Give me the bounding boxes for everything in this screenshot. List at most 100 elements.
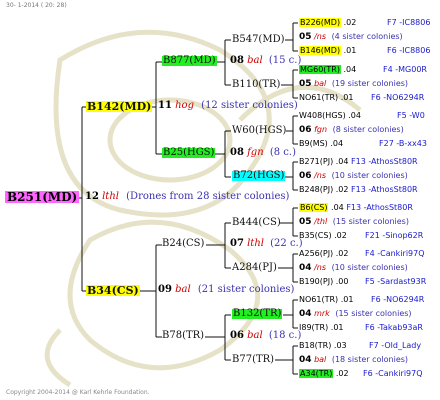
pedigree-view: 30- 1-2014 ( 20: 28) B251(MD) 12 lthl (D…	[0, 0, 440, 400]
parent-queen-lower[interactable]: B34(CS)	[86, 285, 140, 296]
gen4-row: B248(PJ) .02 F13 -AthosSt80R	[299, 186, 418, 194]
gen4-queen[interactable]: A34(TR)	[299, 369, 334, 378]
gen3-queen-c2[interactable]: A284(PJ)	[232, 263, 277, 273]
grandparent-c-sisters: (22 c.)	[270, 238, 303, 249]
gen4-generation: 04	[299, 263, 312, 273]
gen4-queen[interactable]: B6(CS)	[299, 203, 329, 212]
parent-upper-code: hog	[175, 100, 194, 111]
gen4-queen[interactable]: B271(PJ)	[299, 157, 333, 166]
root-info: 12 lthl (Drones from 28 sister colonies)	[85, 192, 289, 202]
root-queen[interactable]: B251(MD)	[5, 191, 80, 203]
gen4-row: I89(TR) .01 F6 -Takab93aR	[299, 323, 423, 332]
grandparent-queen-c[interactable]: B24(CS)	[162, 239, 204, 249]
grandparent-d-info: 06 bal (18 c.)	[230, 331, 301, 341]
grandparent-b-code: fgn	[247, 147, 264, 158]
parent-upper-sisters: (12 sister colonies)	[201, 100, 298, 111]
gen4-queen[interactable]: B190(PJ)	[299, 277, 333, 286]
gen3-queen-b1[interactable]: W60(HGS)	[232, 126, 286, 136]
grandparent-c-generation: 07	[230, 238, 244, 249]
gen4-code: /ns	[314, 32, 327, 41]
gen4-queen[interactable]: I89(TR)	[299, 323, 328, 332]
gen4-row: MG60(TR) .04 F4 -MG00R	[299, 65, 427, 74]
grandparent-a-code: bal	[247, 55, 263, 66]
parent-queen-upper[interactable]: B142(MD)	[86, 101, 153, 112]
gen4-sister-row: 04 /ns (10 sister colonies)	[299, 264, 408, 273]
grandparent-d-generation: 06	[230, 330, 244, 341]
gen4-ref: F21 -Sinop62R	[365, 231, 424, 240]
gen4-generation: 06	[299, 125, 312, 135]
grandparent-d-sisters: (18 c.)	[268, 330, 302, 341]
gen4-sister-row: 05 bal (19 sister colonies)	[299, 80, 408, 89]
gen4-year: .00	[335, 277, 349, 286]
gen4-row: NO61(TR) .01 F6 -NO6294R	[299, 93, 424, 102]
gen3-queen-d2[interactable]: B77(TR)	[232, 355, 274, 365]
gen4-queen[interactable]: B226(MD)	[299, 18, 342, 27]
gen4-queen[interactable]: B9(MS)	[299, 139, 328, 148]
root-code: lthl	[102, 191, 119, 202]
gen4-ref: F5 -W0	[397, 111, 425, 120]
parent-upper-generation: 11	[158, 100, 172, 111]
gen4-row: W408(HGS) .04 F5 -W0	[299, 111, 425, 120]
gen4-row: B226(MD) .02 F7 -IC8806	[299, 18, 430, 27]
gen4-code: bal	[314, 355, 327, 364]
gen4-sisters: (8 sister colonies)	[332, 125, 404, 134]
gen4-year: .04	[348, 111, 361, 120]
gen4-year: .03	[333, 341, 347, 350]
gen4-queen[interactable]: B35(CS)	[299, 231, 332, 240]
gen4-queen[interactable]: NO61(TR)	[299, 93, 338, 102]
gen4-generation: 06	[299, 171, 312, 181]
grandparent-c-info: 07 lthl (22 c.)	[230, 239, 303, 249]
gen4-sisters: (15 sister colonies)	[332, 217, 409, 226]
grandparent-c-code: lthl	[247, 238, 264, 249]
gen4-queen[interactable]: B146(MD)	[299, 46, 342, 55]
gen3-queen-c1[interactable]: B444(CS)	[232, 218, 281, 228]
gen4-sisters: (10 sister colonies)	[331, 171, 408, 180]
gen4-queen[interactable]: MG60(TR)	[299, 65, 341, 74]
gen4-code: mrk	[314, 309, 330, 318]
gen4-row: NO61(TR) .01 F6 -NO6294R	[299, 295, 424, 304]
grandparent-b-sisters: (8 c.)	[269, 147, 296, 158]
grandparent-queen-a[interactable]: B877(MD)	[162, 56, 217, 66]
gen4-queen[interactable]: W408(HGS)	[299, 111, 346, 120]
parent-lower-sisters: (21 sister colonies)	[197, 284, 295, 295]
gen4-ref: F13 -AthosSt80R	[346, 203, 413, 212]
grandparent-d-code: bal	[247, 330, 263, 341]
grandparent-queen-d[interactable]: B78(TR)	[162, 331, 204, 341]
gen4-year: .04	[331, 203, 344, 212]
gen3-queen-a2[interactable]: B110(TR)	[232, 80, 280, 90]
root-generation: 12	[85, 191, 99, 202]
gen4-year: .02	[335, 249, 349, 258]
grandparent-a-sisters: (15 c.)	[268, 55, 302, 66]
gen4-queen[interactable]: B248(PJ)	[299, 185, 333, 194]
gen4-ref: F7 -Old_Lady	[369, 341, 422, 350]
gen4-sister-row: 06 /ns (10 sister colonies)	[299, 172, 408, 181]
gen3-queen-b2[interactable]: B72(HGS)	[232, 171, 286, 181]
gen4-queen[interactable]: NO61(TR)	[299, 295, 338, 304]
gen4-year: .04	[330, 139, 344, 148]
gen4-row: B190(PJ) .00 F5 -Sardast93R	[299, 277, 426, 286]
gen4-year: .04	[343, 65, 357, 74]
gen4-ref: F6 -NO6294R	[371, 93, 425, 102]
gen4-ref: F6 -IC8806	[387, 46, 431, 55]
gen4-generation: 05	[299, 32, 312, 42]
grandparent-queen-b[interactable]: B25(HGS)	[162, 148, 216, 158]
gen4-code: /thl	[314, 217, 328, 226]
copyright-footer: Copyright 2004-2014 @ Karl Kehrle Founda…	[6, 389, 150, 396]
gen4-code: /ns	[314, 171, 327, 180]
generation-timestamp: 30- 1-2014 ( 20: 28)	[6, 2, 67, 9]
gen4-ref: F4 -Cankiri97Q	[365, 249, 425, 258]
gen4-row: B9(MS) .04 F27 -B-xx43	[299, 139, 427, 148]
gen4-ref: F13 -AthosSt80R	[351, 185, 418, 194]
gen4-sister-row: 05 /thl (15 sister colonies)	[299, 218, 409, 227]
gen4-year: .01	[340, 295, 354, 304]
gen4-sister-row: 06 fgn (8 sister colonies)	[299, 126, 404, 135]
gen4-queen[interactable]: A256(PJ)	[299, 249, 333, 258]
gen4-queen[interactable]: B18(TR)	[299, 341, 331, 350]
gen3-queen-a1[interactable]: B547(MD)	[232, 35, 285, 45]
gen4-year: .02	[335, 185, 349, 194]
gen4-row: B146(MD) .01 F6 -IC8806	[299, 46, 430, 55]
gen4-year: .01	[340, 93, 354, 102]
gen4-year: .01	[343, 46, 357, 55]
gen3-queen-d1[interactable]: B132(TR)	[232, 309, 283, 319]
gen4-year: .02	[343, 18, 357, 27]
